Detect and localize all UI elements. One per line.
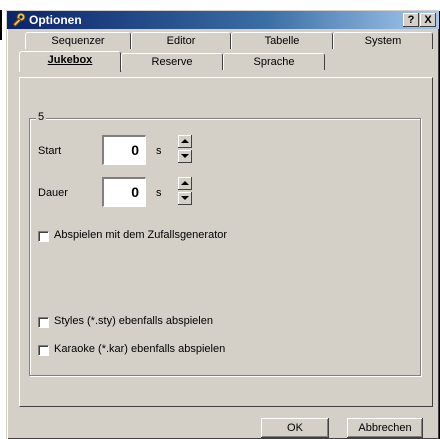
random-checkbox-label: Abspielen mit dem Zufallsgenerator — [54, 229, 228, 241]
tab-label: Sprache — [253, 56, 295, 68]
karaoke-checkbox[interactable] — [38, 345, 49, 356]
dauer-spinner[interactable] — [178, 177, 192, 205]
tab-label: Editor — [166, 35, 196, 47]
tab-reserve[interactable]: Reserve — [121, 53, 223, 70]
ok-button[interactable]: OK — [261, 418, 329, 438]
dauer-label: Dauer — [38, 187, 68, 199]
jukebox-groupbox: 5 Start 0 s Dauer 0 s Abspielen mit dem … — [29, 111, 421, 376]
styles-checkbox[interactable] — [38, 317, 49, 328]
styles-checkbox-label: Styles (*.sty) ebenfalls abspielen — [54, 315, 213, 327]
left-edge-artifact — [0, 10, 2, 40]
arrow-up-icon — [181, 139, 189, 143]
tab-sprache[interactable]: Sprache — [223, 53, 325, 70]
tab-tabelle[interactable]: Tabelle — [231, 32, 333, 49]
tab-editor[interactable]: Editor — [131, 32, 231, 49]
window-title: Optionen — [29, 13, 82, 27]
tab-system[interactable]: System — [333, 32, 433, 49]
tab-panel: 5 Start 0 s Dauer 0 s Abspielen mit dem … — [19, 77, 433, 407]
start-spin-up-button[interactable] — [178, 135, 192, 148]
close-button[interactable]: X — [420, 13, 436, 27]
tab-label: Reserve — [151, 56, 193, 68]
dauer-spin-up-button[interactable] — [178, 177, 192, 190]
tab-jukebox[interactable]: Jukebox — [19, 51, 121, 72]
tab-label: System — [364, 35, 402, 47]
dauer-unit: s — [156, 187, 162, 199]
cancel-button[interactable]: Abbrechen — [347, 418, 423, 438]
title-bar: Optionen ? X — [7, 11, 439, 29]
tab-label: Tabelle — [264, 35, 300, 47]
options-dialog: Optionen ? X Sequenzer Editor Tabelle Sy… — [6, 10, 439, 439]
start-input[interactable]: 0 — [102, 135, 146, 165]
dauer-input[interactable]: 0 — [102, 177, 146, 207]
arrow-up-icon — [181, 181, 189, 185]
dauer-spin-down-button[interactable] — [178, 192, 192, 205]
arrow-down-icon — [181, 196, 189, 200]
tab-label: Sequenzer — [51, 35, 105, 47]
tab-sequenzer[interactable]: Sequenzer — [25, 32, 131, 49]
groupbox-title: 5 — [36, 111, 47, 123]
arrow-down-icon — [181, 154, 189, 158]
start-unit: s — [156, 145, 162, 157]
tab-label: Jukebox — [47, 54, 93, 66]
random-checkbox[interactable] — [38, 231, 49, 242]
start-spinner[interactable] — [178, 135, 192, 163]
start-spin-down-button[interactable] — [178, 150, 192, 163]
karaoke-checkbox-label: Karaoke (*.kar) ebenfalls abspielen — [54, 343, 226, 355]
wrench-icon — [12, 12, 26, 28]
start-label: Start — [38, 145, 62, 157]
help-button[interactable]: ? — [403, 13, 419, 27]
